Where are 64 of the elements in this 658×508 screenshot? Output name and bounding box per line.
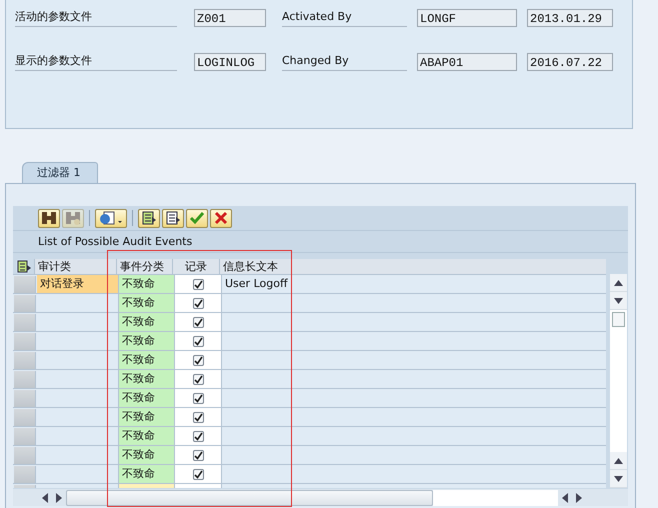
table-cell: 对话登录: [37, 275, 119, 293]
user-field[interactable]: ABAP01: [417, 53, 517, 71]
table-cell: 不致命: [119, 275, 175, 293]
user-field[interactable]: LONGF: [417, 9, 517, 27]
table-cell: 不致命: [119, 408, 175, 426]
scroll-right-icon[interactable]: [576, 492, 582, 502]
field-label: 显示的参数文件: [15, 53, 177, 71]
binoculars-icon: [65, 211, 81, 225]
scroll-left-icon[interactable]: [42, 492, 48, 502]
scroll-down-icon[interactable]: [614, 476, 623, 482]
checkbox[interactable]: [192, 392, 204, 404]
table-cell: 不致命: [119, 294, 175, 312]
table-cell: 不致命: [119, 427, 175, 445]
close-button[interactable]: [210, 208, 232, 228]
column-header[interactable]: 信息长文本: [220, 259, 606, 274]
field-label: 活动的参数文件: [15, 9, 177, 27]
list-arrow-icon: [165, 211, 181, 225]
close-icon: [213, 211, 229, 225]
scroll-thumb[interactable]: [612, 312, 625, 327]
vertical-scrollbar[interactable]: [610, 274, 627, 488]
layout-button[interactable]: [13, 259, 35, 274]
table-cell: 不致命: [119, 465, 175, 483]
export-button[interactable]: [138, 208, 160, 228]
details-button[interactable]: [95, 208, 127, 228]
column-header[interactable]: 事件分类: [117, 259, 173, 274]
document-icon: [98, 211, 124, 225]
column-header[interactable]: 记录: [173, 259, 220, 274]
checkbox[interactable]: [192, 298, 204, 308]
checkbox[interactable]: [192, 336, 204, 346]
table-cell: 不致命: [119, 389, 175, 407]
table-cell-text: User Logoff: [224, 276, 289, 292]
list-arrow-icon: [141, 211, 157, 225]
field-label: Activated By: [282, 9, 407, 27]
field-label: Changed By: [282, 53, 407, 71]
checkbox[interactable]: [192, 374, 204, 384]
list-button[interactable]: [162, 208, 184, 228]
date-field[interactable]: 2013.01.29: [527, 9, 613, 27]
horizontal-scrollbar[interactable]: [13, 489, 628, 506]
binoculars-icon: [41, 211, 57, 225]
checkbox[interactable]: [192, 316, 204, 328]
column-header[interactable]: 审计类: [35, 259, 117, 274]
date-field[interactable]: 2016.07.22: [527, 53, 613, 71]
checkbox[interactable]: [192, 468, 204, 480]
scroll-up-icon[interactable]: [614, 280, 623, 286]
search-button[interactable]: [38, 208, 60, 228]
table-cell: 不致命: [119, 370, 175, 388]
scroll-left-icon[interactable]: [562, 492, 568, 502]
scroll-down-icon[interactable]: [614, 298, 623, 304]
scroll-right-icon[interactable]: [56, 492, 62, 502]
profile-field[interactable]: Z001: [194, 9, 266, 27]
profile-field[interactable]: LOGINLOG: [194, 53, 266, 71]
scroll-up-icon[interactable]: [614, 458, 623, 464]
checkbox[interactable]: [192, 430, 204, 442]
checkbox[interactable]: [192, 278, 204, 290]
table-cell: 不致命: [119, 313, 175, 331]
table-title: List of Possible Audit Events: [38, 235, 192, 248]
checkbox[interactable]: [192, 354, 204, 366]
table-cell: 不致命: [119, 446, 175, 464]
checkbox[interactable]: [192, 450, 204, 460]
tab[interactable]: 过滤器 1: [22, 162, 98, 183]
table-cell: 不致命: [119, 351, 175, 369]
checkbox[interactable]: [192, 412, 204, 422]
checkmark-icon: [189, 211, 205, 225]
table-cell: 不致命: [119, 332, 175, 350]
